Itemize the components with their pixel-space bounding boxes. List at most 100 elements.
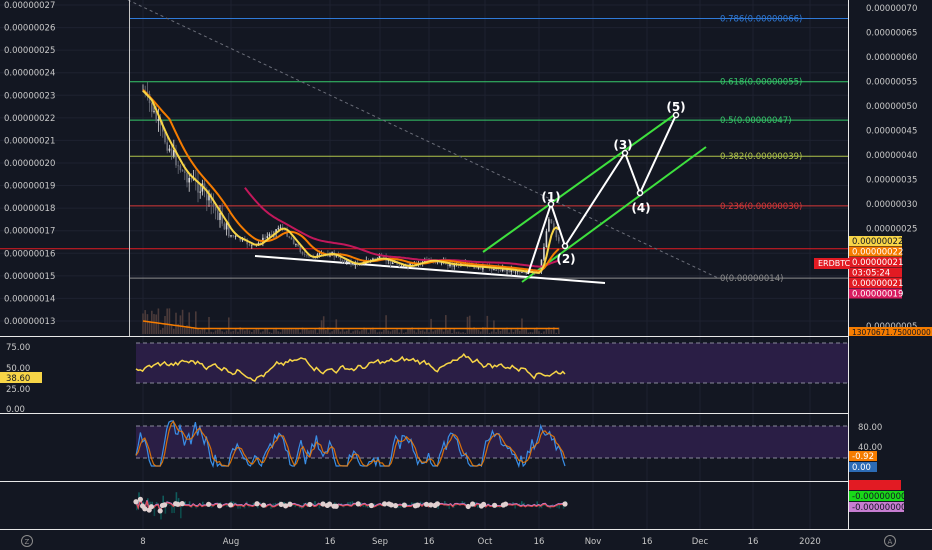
- volume-bar: [279, 332, 282, 334]
- candle-body: [170, 148, 173, 156]
- macd-dot: [434, 501, 440, 507]
- macd-hist-bar: [169, 504, 171, 506]
- candle-body: [352, 264, 354, 266]
- left-axis-label: 0.00000022: [4, 114, 55, 124]
- macd-axis: -0.00000000 -0.00000000: [849, 480, 906, 513]
- volume-bar: [162, 327, 164, 334]
- volume-bar: [335, 319, 338, 334]
- volume-bar: [510, 328, 513, 334]
- volume-bar: [306, 329, 308, 334]
- volume-bar: [322, 316, 325, 334]
- volume-bar: [464, 332, 467, 334]
- volume-bar: [308, 330, 310, 334]
- volume-bar: [179, 315, 182, 334]
- volume-badge-text: 13070671.75000000: [852, 328, 931, 337]
- macd-dot: [401, 502, 407, 508]
- candle-body: [318, 253, 321, 255]
- volume-bar: [346, 330, 348, 334]
- volume-bar: [331, 331, 333, 334]
- volume-bar: [203, 328, 206, 334]
- fib-level-label: 0(0.00000014): [720, 274, 783, 284]
- price-badge-text: 0.00000019: [852, 290, 903, 300]
- volume-bar: [244, 330, 246, 334]
- volume-bar: [356, 330, 359, 334]
- left-price-axis: 0.00000027 0.00000026 0.00000025 0.00000024…: [4, 1, 55, 327]
- macd-top-badge: [849, 480, 901, 490]
- volume-bar: [264, 329, 266, 334]
- volume-bar: [234, 329, 237, 334]
- left-axis-label: 0.00000027: [4, 1, 55, 11]
- macd-dot: [481, 501, 487, 507]
- volume-bar: [466, 316, 469, 334]
- trading-chart[interactable]: (1) (2) (3) (4) (5) 0.00000027 0.00000026…: [0, 0, 932, 550]
- macd-dot: [162, 502, 168, 508]
- macd-dot: [355, 501, 361, 507]
- volume-bar: [270, 332, 273, 334]
- volume-bar: [166, 308, 168, 334]
- volume-bar: [268, 331, 271, 334]
- time-axis-label: 2020: [799, 537, 821, 547]
- volume-bar: [455, 331, 458, 334]
- candle-body: [343, 259, 346, 263]
- volume-bar: [367, 332, 370, 334]
- volume-bar: [445, 315, 447, 334]
- rsi-band: [136, 343, 848, 383]
- volume-bar: [358, 331, 361, 334]
- macd-dot: [470, 501, 476, 507]
- candle-body: [295, 244, 297, 245]
- wave-label-5: (5): [666, 100, 685, 114]
- volume-bar: [352, 331, 354, 334]
- candle-body: [358, 264, 361, 266]
- macd-hist-bar: [272, 503, 274, 505]
- time-axis-label: 16: [325, 537, 336, 547]
- volume-bar: [374, 329, 376, 334]
- volume-bar: [468, 315, 471, 334]
- volume-bar: [523, 329, 525, 334]
- macd-dot: [278, 501, 284, 507]
- volume-bar: [250, 331, 253, 334]
- price-badge-text: 0.00000022: [852, 248, 903, 258]
- volume-bar: [462, 332, 464, 334]
- stoch-label-80: 80.00: [858, 423, 882, 433]
- volume-bar: [407, 328, 409, 334]
- volume-bar: [479, 331, 482, 334]
- volume-bar: [495, 331, 497, 334]
- stoch-d-value: -0.92: [852, 452, 874, 462]
- volume-bar: [398, 332, 401, 334]
- fib-level-label: 0.382(0.00000039): [720, 152, 802, 162]
- time-axis-label: 16: [534, 537, 545, 547]
- volume-bar: [449, 329, 451, 334]
- macd-dot: [327, 501, 333, 507]
- svg-text:Z: Z: [25, 538, 30, 546]
- time-axis-label: Oct: [478, 537, 493, 547]
- candle-body: [400, 266, 403, 268]
- candle-body: [157, 119, 160, 121]
- left-axis-label: 0.00000020: [4, 159, 55, 169]
- volume-bar: [217, 329, 219, 334]
- volume-bar: [343, 331, 346, 334]
- macd-hist-bar: [543, 505, 545, 506]
- volume-bar: [259, 332, 262, 334]
- candle-body: [306, 254, 308, 256]
- right-axis-label: 0.00000040: [866, 151, 917, 161]
- volume-bar: [457, 331, 460, 334]
- macd-purple-value: -0.00000000: [852, 503, 906, 513]
- volume-bar: [396, 329, 398, 334]
- volume-bar: [148, 321, 151, 334]
- time-axis-label: Aug: [223, 537, 240, 547]
- left-axis-label: 0.00000025: [4, 46, 55, 56]
- candle-body: [199, 191, 201, 193]
- volume-bar: [292, 329, 295, 334]
- volume-bar: [447, 330, 449, 334]
- right-axis-label: 0.00000060: [866, 53, 917, 63]
- macd-dot: [465, 503, 471, 510]
- macd-dot: [393, 503, 399, 509]
- macd-dot: [142, 506, 148, 512]
- volume-bar: [471, 328, 473, 334]
- symbol-badge-text: ERDBTC: [818, 259, 851, 268]
- macd-dot: [320, 501, 326, 507]
- volume-bar: [214, 330, 217, 334]
- candle-body: [232, 235, 235, 237]
- candle-body: [219, 213, 221, 220]
- macd-dot: [503, 501, 509, 507]
